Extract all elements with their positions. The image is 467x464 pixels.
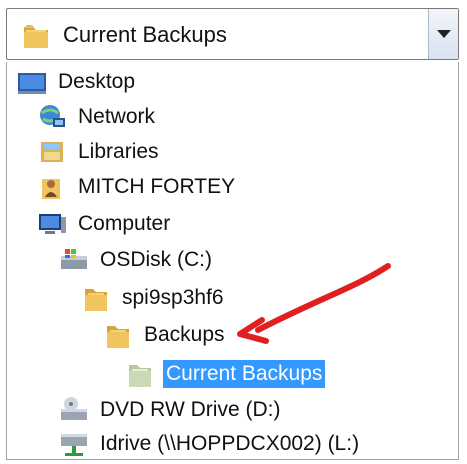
folder-tree[interactable]: Desktop Network Libraries MITCH FORTEY C…	[6, 62, 459, 460]
location-text: Current Backups	[63, 22, 227, 47]
tree-item-label: spi9sp3hf6	[122, 286, 224, 309]
dropdown-button[interactable]	[428, 9, 458, 59]
tree-item-label: Current Backups	[163, 360, 326, 388]
libraries-icon	[35, 135, 69, 169]
network-drive-icon	[57, 427, 91, 461]
chevron-down-icon	[437, 30, 451, 38]
computer-icon	[35, 207, 69, 241]
tree-item-label: MITCH FORTEY	[78, 175, 236, 198]
network-icon	[35, 100, 69, 134]
user-folder-icon	[35, 170, 69, 204]
folder-icon	[123, 357, 157, 391]
folder-icon	[101, 318, 135, 352]
tree-item-label: Idrive (\\HOPPDCX002) (L:)	[100, 432, 360, 455]
folder-icon	[19, 18, 53, 52]
tree-item-label: Libraries	[78, 140, 159, 163]
tree-item-label: Backups	[144, 323, 225, 346]
folder-icon	[79, 281, 113, 315]
desktop-icon	[15, 65, 49, 99]
tree-item-label: Computer	[78, 212, 171, 235]
tree-item-label: DVD RW Drive (D:)	[100, 398, 281, 421]
hard-disk-icon	[57, 243, 91, 277]
dvd-drive-icon	[57, 393, 91, 427]
tree-item-label: Network	[78, 105, 156, 128]
folder-browser: Current Backups Desktop Network Librarie…	[0, 0, 467, 464]
tree-item-label: Desktop	[58, 70, 136, 93]
tree-item-label: OSDisk (C:)	[100, 248, 212, 271]
location-dropdown[interactable]: Current Backups	[6, 8, 459, 60]
